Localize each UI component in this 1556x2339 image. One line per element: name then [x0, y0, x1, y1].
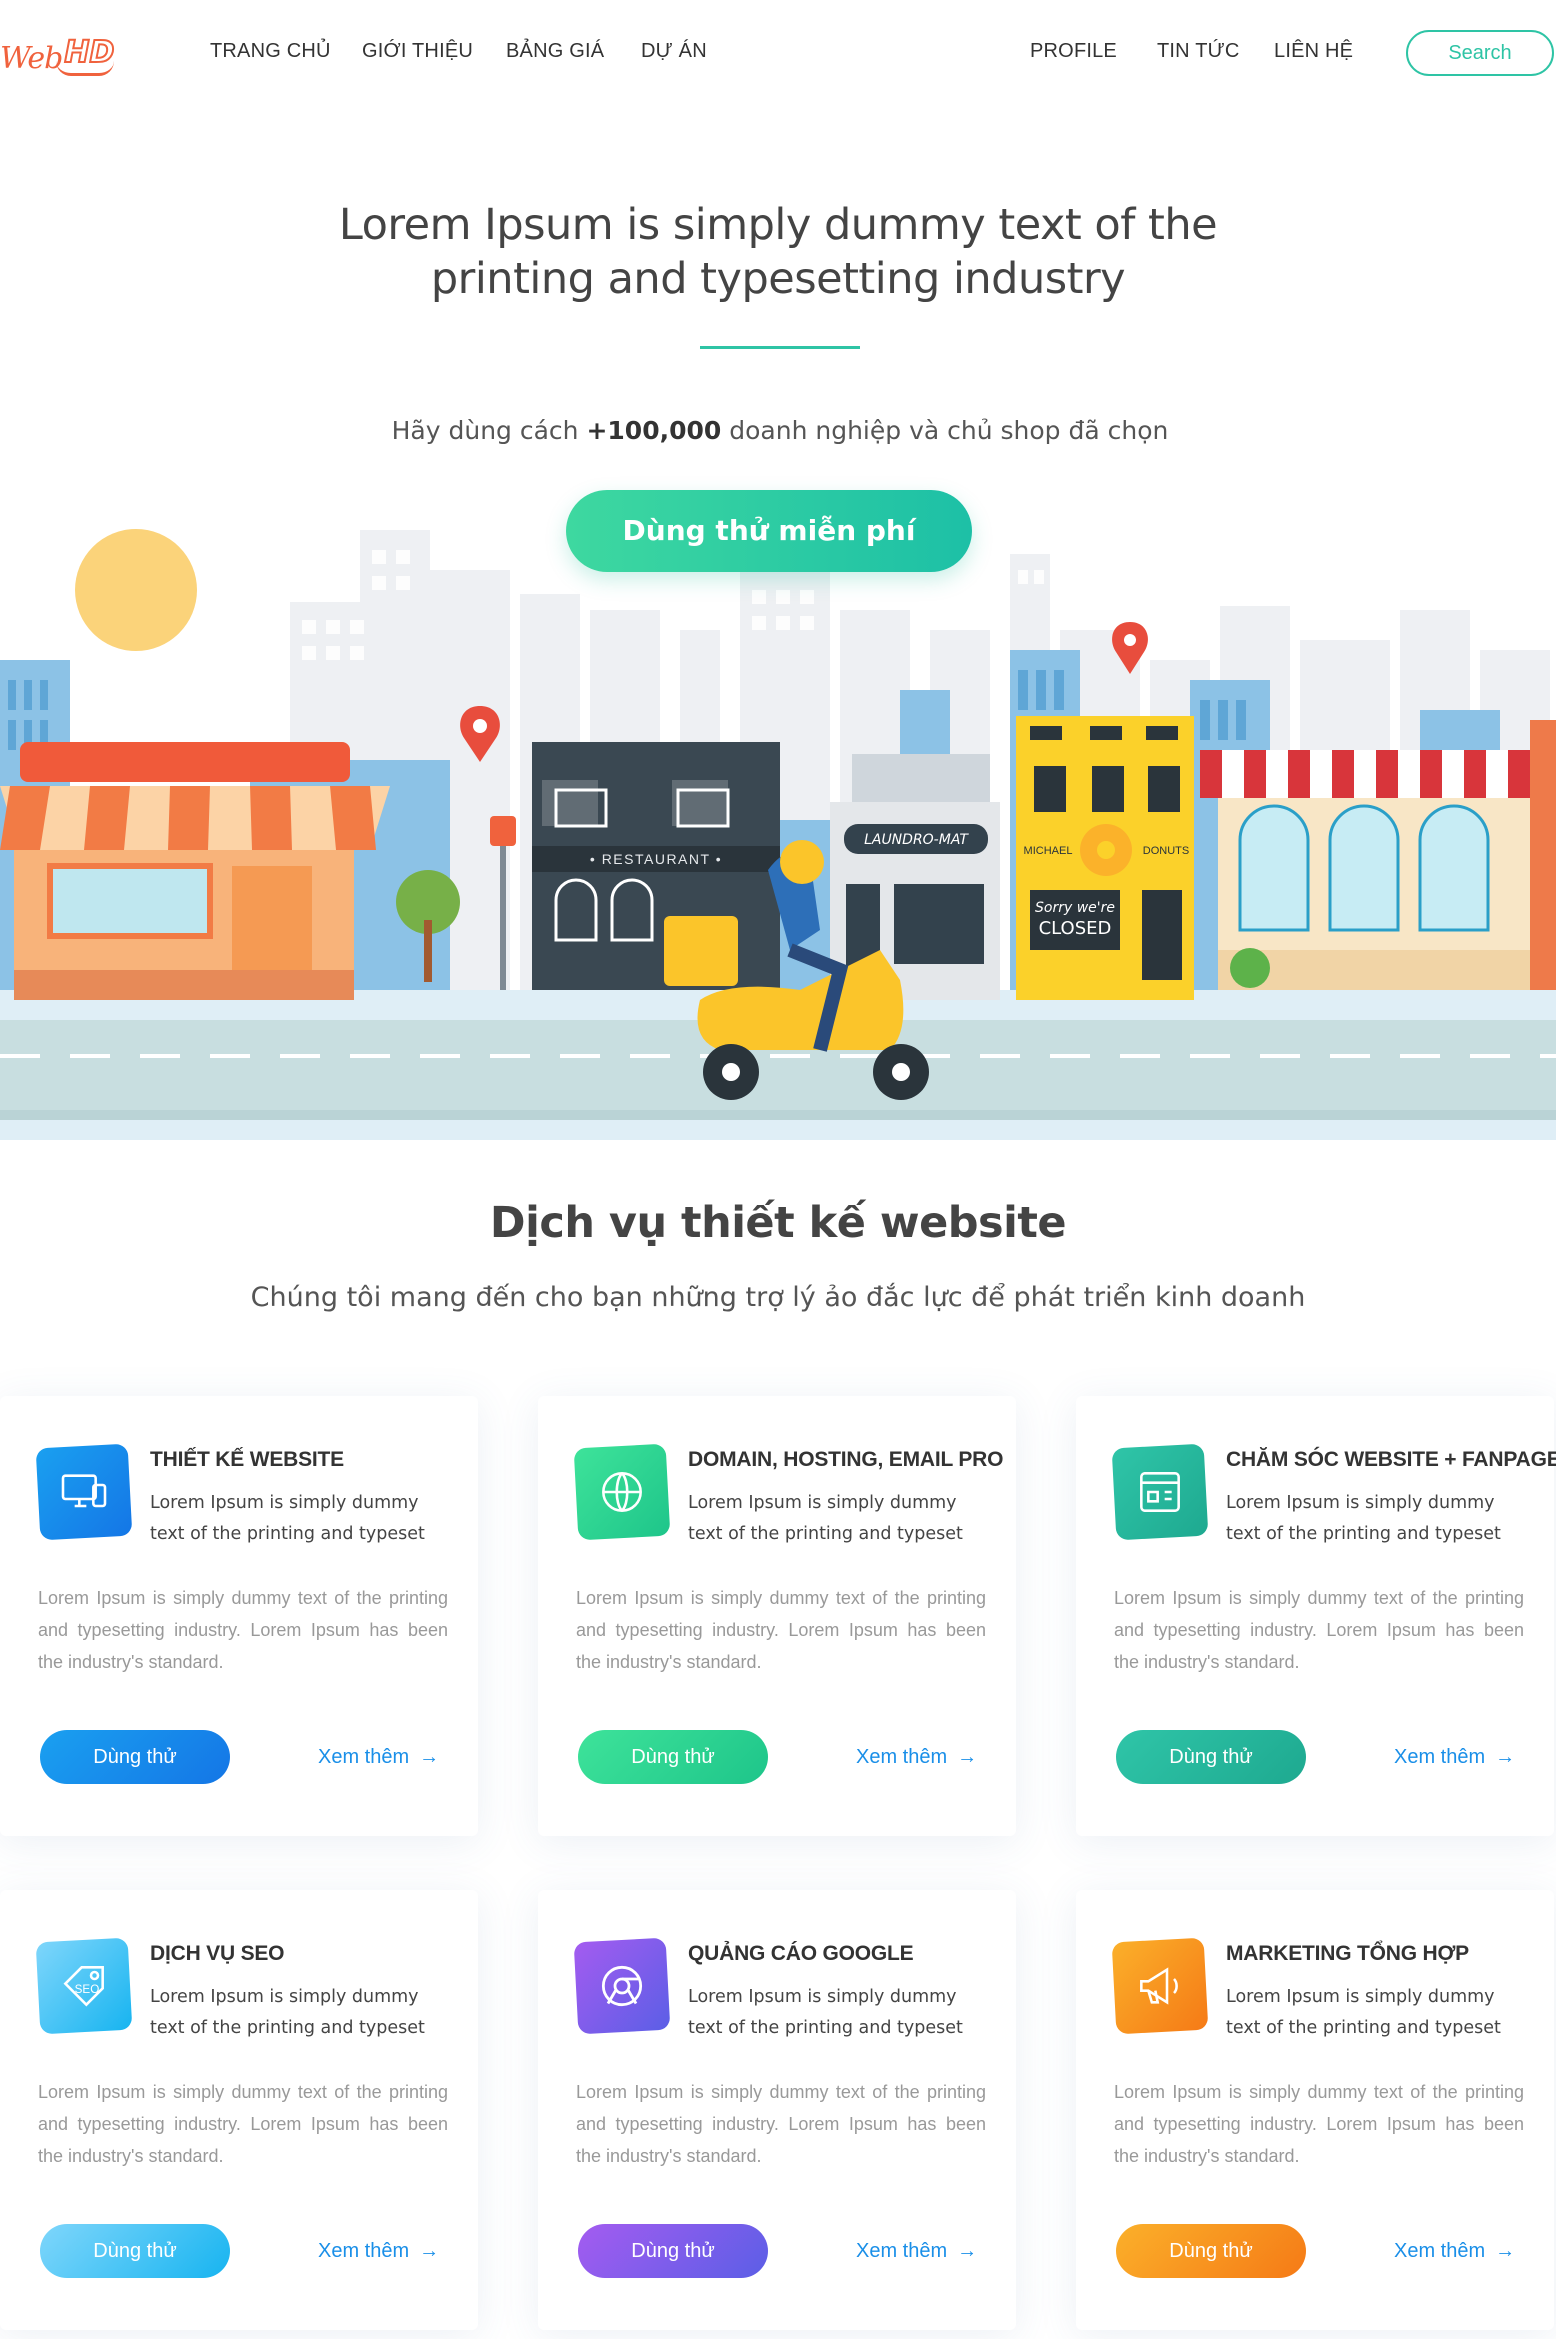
nav-link-home[interactable]: TRANG CHỦ: [210, 40, 331, 63]
service-card-title: DOMAIN, HOSTING, EMAIL PRO: [688, 1448, 1004, 1471]
nav-link-about[interactable]: GIỚI THIỆU: [362, 40, 473, 63]
arrow-right-icon: →: [1495, 1746, 1516, 1768]
dashboard-icon: [1111, 1443, 1209, 1541]
try-button[interactable]: Dùng thử: [578, 2224, 768, 2278]
service-card-title: CHĂM SÓC WEBSITE + FANPAGE: [1226, 1448, 1556, 1471]
cafe-building: [1200, 750, 1550, 990]
restaurant-sign: • RESTAURANT •: [590, 851, 722, 867]
service-card-title: THIẾT KẾ WEBSITE: [150, 1448, 344, 1471]
logo-web-text: Web: [0, 41, 63, 76]
try-button[interactable]: Dùng thử: [40, 1730, 230, 1784]
top-navbar: Web HD TRANG CHỦ GIỚI THIỆU BẢNG GIÁ DỰ …: [0, 0, 1556, 108]
service-card: SEO DỊCH VỤ SEO Lorem Ipsum is simply du…: [0, 1890, 478, 2330]
svg-text:DONUTS: DONUTS: [1143, 845, 1189, 857]
globe-icon: [573, 1443, 671, 1541]
nav-link-news[interactable]: TIN TỨC: [1157, 40, 1240, 63]
service-card-body: Lorem Ipsum is simply dummy text of the …: [1114, 1588, 1524, 1672]
arrow-right-icon: →: [957, 2240, 978, 2262]
megaphone-icon: [1111, 1937, 1209, 2035]
hero-subtitle-pre: Hãy dùng cách: [391, 416, 587, 445]
arrow-right-icon: →: [1495, 2240, 1516, 2262]
logo-hd-text: HD: [56, 34, 115, 76]
arrow-right-icon: →: [419, 2240, 440, 2262]
read-more-label: Xem thêm: [318, 1746, 410, 1768]
read-more-label: Xem thêm: [856, 1746, 948, 1768]
service-card-body: Lorem Ipsum is simply dummy text of the …: [38, 1588, 448, 1672]
read-more-label: Xem thêm: [856, 2240, 948, 2262]
service-card-lead: Lorem Ipsum is simply dummy text of the …: [688, 1987, 963, 2038]
service-card-lead: Lorem Ipsum is simply dummy text of the …: [1226, 1987, 1501, 2038]
service-card: CHĂM SÓC WEBSITE + FANPAGE Lorem Ipsum i…: [1076, 1396, 1556, 1836]
service-card-lead: Lorem Ipsum is simply dummy text of the …: [1226, 1493, 1501, 1544]
read-more-link[interactable]: Xem thêm →: [318, 2240, 439, 2263]
free-trial-button[interactable]: Dùng thử miễn phí: [566, 490, 972, 572]
chrome-icon: [573, 1937, 671, 2035]
hero-subtitle: Hãy dùng cách +100,000 doanh nghiệp và c…: [300, 416, 1260, 445]
donut-shop-building: MICHAEL DONUTS Sorry we're CLOSED: [1016, 716, 1194, 1000]
closed-sign: CLOSED: [1039, 918, 1112, 939]
service-card-lead: Lorem Ipsum is simply dummy text of the …: [150, 1987, 425, 2038]
service-card-title: MARKETING TỔNG HỢP: [1226, 1942, 1469, 1965]
read-more-link[interactable]: Xem thêm →: [1394, 2240, 1515, 2263]
search-button[interactable]: Search: [1406, 30, 1554, 76]
svg-text:SEO: SEO: [75, 1983, 100, 1996]
nav-link-pricing[interactable]: BẢNG GIÁ: [506, 40, 604, 63]
read-more-label: Xem thêm: [1394, 2240, 1486, 2262]
read-more-link[interactable]: Xem thêm →: [856, 1746, 977, 1769]
laundromat-sign: LAUNDRO-MAT: [864, 832, 969, 848]
service-card-body: Lorem Ipsum is simply dummy text of the …: [576, 1588, 986, 1672]
nav-link-profile[interactable]: PROFILE: [1030, 40, 1117, 63]
monitor-icon: [35, 1443, 133, 1541]
try-button[interactable]: Dùng thử: [578, 1730, 768, 1784]
service-card-lead: Lorem Ipsum is simply dummy text of the …: [688, 1493, 963, 1544]
services-title: Dịch vụ thiết kế website: [489, 1198, 1067, 1248]
service-card: QUẢNG CÁO GOOGLE Lorem Ipsum is simply d…: [538, 1890, 1016, 2330]
hero-divider: [700, 346, 860, 349]
read-more-label: Xem thêm: [318, 2240, 410, 2262]
service-card-lead: Lorem Ipsum is simply dummy text of the …: [150, 1493, 425, 1544]
try-button[interactable]: Dùng thử: [1116, 1730, 1306, 1784]
nav-link-projects[interactable]: DỰ ÁN: [641, 40, 707, 63]
sorry-sign: Sorry we're: [1035, 900, 1115, 916]
hero-subtitle-post: doanh nghiệp và chủ shop đã chọn: [721, 416, 1169, 445]
service-card: THIẾT KẾ WEBSITE Lorem Ipsum is simply d…: [0, 1396, 478, 1836]
hero-title: Lorem Ipsum is simply dummy text of the …: [278, 198, 1278, 306]
sun-illustration: [75, 529, 197, 651]
svg-text:MICHAEL: MICHAEL: [1024, 845, 1073, 857]
read-more-link[interactable]: Xem thêm →: [856, 2240, 977, 2263]
site-logo[interactable]: Web HD: [0, 32, 115, 76]
service-card-body: Lorem Ipsum is simply dummy text of the …: [576, 2082, 986, 2166]
service-card-body: Lorem Ipsum is simply dummy text of the …: [38, 2082, 448, 2166]
read-more-link[interactable]: Xem thêm →: [1394, 1746, 1515, 1769]
seo-tag-icon: SEO: [35, 1937, 133, 2035]
hero-subtitle-count: +100,000: [586, 416, 722, 445]
city-illustration: • RESTAURANT • LAUNDRO-MAT MICHAEL DONUT…: [0, 529, 1556, 1140]
restaurant-building: • RESTAURANT •: [532, 742, 780, 990]
orange-shop: [0, 742, 390, 1000]
arrow-right-icon: →: [957, 1746, 978, 1768]
try-button[interactable]: Dùng thử: [40, 2224, 230, 2278]
service-card-title: QUẢNG CÁO GOOGLE: [688, 1942, 914, 1965]
service-card-body: Lorem Ipsum is simply dummy text of the …: [1114, 2082, 1524, 2166]
hero-title-line1: Lorem Ipsum is simply dummy text of the: [338, 200, 1218, 250]
hero-title-line2: printing and typesetting industry: [430, 254, 1126, 304]
read-more-link[interactable]: Xem thêm →: [318, 1746, 439, 1769]
arrow-right-icon: →: [419, 1746, 440, 1768]
service-card: DOMAIN, HOSTING, EMAIL PRO Lorem Ipsum i…: [538, 1396, 1016, 1836]
read-more-label: Xem thêm: [1394, 1746, 1486, 1768]
services-subtitle: Chúng tôi mang đến cho bạn những trợ lý …: [250, 1282, 1306, 1313]
try-button[interactable]: Dùng thử: [1116, 2224, 1306, 2278]
service-card: MARKETING TỔNG HỢP Lorem Ipsum is simply…: [1076, 1890, 1554, 2330]
service-card-title: DỊCH VỤ SEO: [150, 1942, 285, 1965]
nav-link-contact[interactable]: LIÊN HỆ: [1274, 40, 1353, 63]
